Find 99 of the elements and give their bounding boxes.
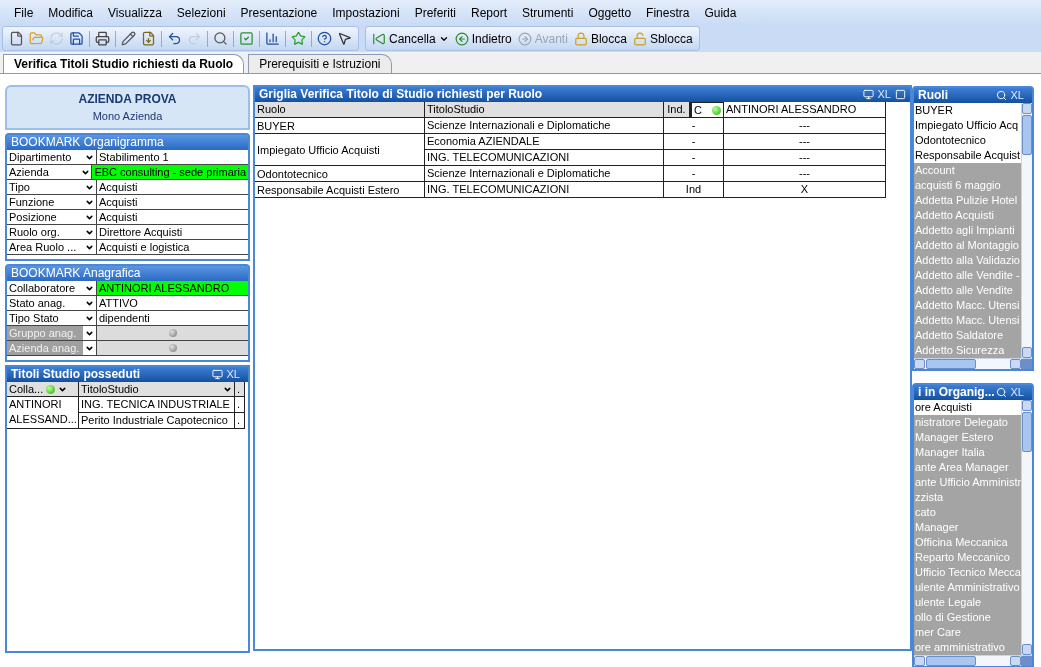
column-header[interactable]: ANTINORI ALESSANDRO (724, 102, 886, 118)
list-item[interactable]: Odontotecnico (914, 133, 1021, 148)
menu-item[interactable]: Selezioni (176, 3, 226, 22)
arrow-left-icon (454, 31, 469, 46)
column-title: Colla... (9, 382, 44, 396)
bookmark-title: BOOKMARK Organigramma (7, 135, 248, 150)
menu-item[interactable]: Report (471, 3, 507, 22)
table-cell: --- (724, 150, 886, 166)
field-value[interactable]: EBC consulting - sede primaria (92, 165, 248, 179)
undo-icon[interactable] (167, 31, 182, 46)
toolbar-button[interactable]: Sblocca (632, 29, 693, 48)
panel-title: Titoli Studio posseduti (11, 367, 141, 382)
column-header[interactable]: . (235, 382, 245, 397)
column-header[interactable]: TitoloStudio (425, 102, 664, 118)
table-cell: --- (724, 118, 886, 134)
horizontal-scrollbar[interactable] (914, 655, 1032, 666)
column-header[interactable]: Colla... (7, 382, 79, 397)
list-item[interactable]: Impiegato Ufficio Acq (914, 118, 1021, 133)
table-cell: - (664, 150, 724, 166)
table-cell: Scienze Internazionali e Diplomatiche (425, 118, 664, 134)
company-name: AZIENDA PROVA (78, 91, 177, 109)
list-item[interactable]: BUYER (914, 103, 1021, 118)
table-cell: - (664, 118, 724, 134)
table-cell: Perito Industriale Capotecnico (79, 413, 235, 429)
save-icon[interactable] (69, 31, 84, 46)
selection-indicator-icon (712, 105, 721, 115)
maximize-icon[interactable] (895, 89, 906, 100)
menu-item[interactable]: Guida (704, 3, 737, 22)
table-cell: - (664, 166, 724, 182)
table-cell: --- (724, 166, 886, 182)
field-value[interactable]: ANTINORI ALESSANDRO (97, 281, 248, 295)
table-cell: - (664, 134, 724, 150)
arrow-right-icon (517, 31, 532, 46)
column-header[interactable]: C (690, 102, 724, 118)
table-cell: ING. TELECOMUNICAZIONI (425, 150, 664, 166)
new-file-icon[interactable] (9, 31, 24, 46)
table-cell: ING. TECNICA INDUSTRIALE (79, 397, 235, 413)
menu-item[interactable]: Strumenti (522, 3, 574, 22)
column-header[interactable]: TitoloStudio (79, 382, 235, 397)
toolbar-button[interactable]: Blocca (573, 29, 627, 48)
column-title: C (694, 103, 702, 117)
table-cell: Scienze Internazionali e Diplomatiche (425, 166, 664, 182)
tab[interactable]: Verifica Titoli Studio richiesti da Ruolo (3, 54, 245, 73)
lock-icon (573, 31, 588, 46)
menu-item[interactable]: File (14, 3, 34, 22)
search-icon[interactable] (213, 31, 228, 46)
excel-button[interactable]: XL (1010, 88, 1024, 103)
table-cell: BUYER (255, 118, 425, 134)
table-cell: Responsabile Acquisti Estero (255, 182, 425, 198)
bookmark-title: BOOKMARK Anagrafica (7, 266, 248, 281)
horizontal-scrollbar[interactable] (914, 358, 1032, 369)
star-icon[interactable] (291, 31, 306, 46)
menu-item[interactable]: Impostazioni (332, 3, 400, 22)
column-header[interactable]: Ind. (664, 102, 690, 118)
table-cell: . (235, 397, 245, 413)
tab[interactable]: Prerequisiti e Istruzioni (248, 54, 392, 73)
menu-item[interactable]: Visualizza (108, 3, 162, 22)
menu-item[interactable]: Modifica (48, 3, 94, 22)
table-cell: Impiegato Ufficio Acquisti (255, 134, 425, 166)
toolbar-button[interactable]: Cancella (372, 29, 449, 48)
unlock-icon (632, 31, 647, 46)
toolbar-button[interactable]: Indietro (454, 29, 512, 48)
help-icon[interactable] (317, 31, 332, 46)
menu-item[interactable]: Presentazione (240, 3, 318, 22)
table-cell: ANTINORI ALESSAND... (7, 397, 79, 429)
column-header[interactable]: Ruolo (255, 102, 425, 118)
table-cell: X (724, 182, 886, 198)
file-down-icon[interactable] (141, 31, 156, 46)
vertical-scrollbar[interactable] (1021, 103, 1032, 358)
panel-title: Ruoli (918, 88, 948, 103)
field-label: Azienda anag. (7, 341, 83, 355)
company-subtitle: Mono Azienda (92, 109, 163, 125)
table-cell: Ind (664, 182, 724, 198)
column-title: TitoloStudio (81, 382, 139, 396)
excel-button[interactable]: XL (877, 87, 891, 102)
pencil-icon[interactable] (121, 31, 136, 46)
table-cell: ING. TELECOMUNICAZIONI (425, 182, 664, 198)
search-icon[interactable] (995, 90, 1007, 101)
selection-indicator-icon (46, 384, 56, 394)
field-label: Gruppo anag. (7, 326, 83, 340)
checkbox-icon[interactable] (239, 31, 254, 46)
menu-item[interactable]: Preferiti (414, 3, 456, 22)
table-cell: Odontotecnico (255, 166, 425, 182)
pointer-icon[interactable] (337, 31, 352, 46)
search-icon[interactable] (995, 387, 1007, 398)
table-cell: . (235, 413, 245, 429)
table-cell: Economia AZIENDALE (425, 134, 664, 150)
list-item[interactable]: Responsabile Acquisti (914, 148, 1021, 163)
excel-button[interactable]: XL (226, 367, 240, 382)
list-item[interactable]: ore Acquisti (914, 400, 1021, 415)
skip-back-icon (372, 31, 386, 46)
table-cell: --- (724, 134, 886, 150)
bar-chart-icon[interactable] (265, 31, 280, 46)
panel-title: Griglia Verifica Titolo di Studio richiesti per Ruolo (259, 87, 543, 102)
excel-button[interactable]: XL (1010, 385, 1024, 400)
menu-item[interactable]: Finestra (646, 3, 690, 22)
panel-title: i in Organig... (918, 385, 995, 400)
vertical-scrollbar[interactable] (1021, 400, 1032, 655)
menu-item[interactable]: Oggetto (588, 3, 632, 22)
